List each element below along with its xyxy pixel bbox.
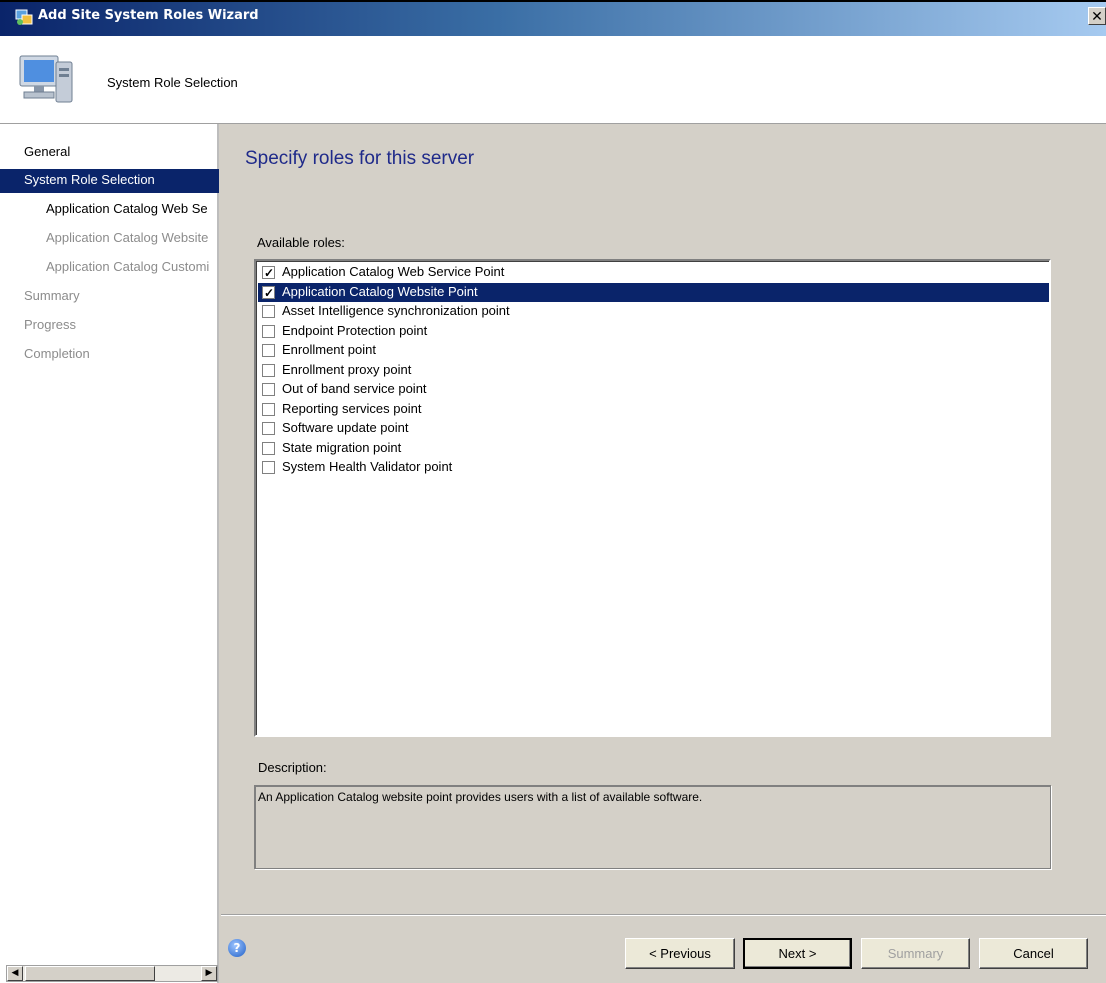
scrollbar-thumb[interactable] <box>25 966 155 981</box>
checkmark-icon: ✓ <box>264 266 275 280</box>
role-label: Application Catalog Website Point <box>282 283 478 299</box>
role-label: Application Catalog Web Service Point <box>282 264 505 279</box>
summary-button[interactable]: Summary <box>861 938 970 969</box>
role-checkbox[interactable]: ✓ <box>262 266 275 280</box>
step-title: System Role Selection <box>107 75 238 90</box>
previous-button[interactable]: < Previous <box>625 938 735 969</box>
role-checkbox[interactable]: ✓ <box>262 285 275 300</box>
role-list-item[interactable]: Enrollment proxy point <box>258 361 1049 380</box>
checkmark-icon: ✓ <box>264 285 275 300</box>
computer-icon <box>19 55 73 103</box>
nav-item-completion[interactable]: Completion <box>0 343 219 367</box>
nav-item-general[interactable]: General <box>0 141 219 165</box>
title-bar: Add Site System Roles Wizard ✕ <box>0 0 1106 36</box>
role-list-item[interactable]: ✓ Application Catalog Web Service Point <box>258 263 1049 282</box>
available-roles-label: Available roles: <box>257 235 345 250</box>
wizard-step-nav <box>0 124 219 983</box>
role-checkbox[interactable] <box>262 402 275 416</box>
wizard-app-icon <box>15 9 33 25</box>
description-box: An Application Catalog website point pro… <box>254 785 1051 869</box>
next-button[interactable]: Next > <box>743 938 852 969</box>
role-label: Out of band service point <box>282 381 427 396</box>
role-label: Enrollment point <box>282 342 376 357</box>
roles-listbox[interactable]: ✓ Application Catalog Web Service Point ✓ A… <box>254 259 1051 737</box>
description-label: Description: <box>258 760 327 775</box>
cancel-button[interactable]: Cancel <box>979 938 1088 969</box>
role-list-item[interactable]: State migration point <box>258 439 1049 458</box>
nav-item-system-role-selection[interactable]: System Role Selection <box>0 169 219 193</box>
role-list-item[interactable]: Out of band service point <box>258 380 1049 399</box>
page-heading: Specify roles for this server <box>245 148 475 169</box>
role-list-item[interactable]: Software update point <box>258 419 1049 438</box>
role-label: System Health Validator point <box>282 459 453 474</box>
role-checkbox[interactable] <box>262 305 275 318</box>
nav-item-progress[interactable]: Progress <box>0 314 219 338</box>
nav-item-app-catalog-customization[interactable]: Application Catalog Customi <box>0 256 219 280</box>
role-checkbox[interactable] <box>262 324 275 338</box>
window-title: Add Site System Roles Wizard <box>38 8 259 23</box>
nav-horizontal-scrollbar[interactable]: ◀ ▶ <box>6 965 218 982</box>
help-icon[interactable]: ? <box>228 939 246 957</box>
nav-item-app-catalog-web-service[interactable]: Application Catalog Web Se <box>0 198 219 222</box>
role-label: Software update point <box>282 420 409 435</box>
role-checkbox[interactable] <box>262 422 275 435</box>
role-list-item[interactable]: ✓ Application Catalog Website Point <box>258 282 1049 302</box>
role-checkbox[interactable] <box>262 344 275 357</box>
role-label: Reporting services point <box>282 400 422 416</box>
nav-item-summary[interactable]: Summary <box>0 285 219 309</box>
role-label: Enrollment proxy point <box>282 361 412 377</box>
role-checkbox[interactable] <box>262 441 275 455</box>
role-checkbox[interactable] <box>262 461 275 474</box>
role-label: Endpoint Protection point <box>282 322 428 338</box>
role-label: Asset Intelligence synchronization point <box>282 303 510 318</box>
wizard-header: System Role Selection <box>0 36 1106 124</box>
role-list-item[interactable]: System Health Validator point <box>258 458 1049 477</box>
role-checkbox[interactable] <box>262 363 275 377</box>
scroll-left-arrow-icon[interactable]: ◀ <box>7 966 23 981</box>
role-checkbox[interactable] <box>262 383 275 396</box>
scroll-right-arrow-icon[interactable]: ▶ <box>201 966 217 981</box>
role-list-item[interactable]: Enrollment point <box>258 341 1049 360</box>
role-list-item[interactable]: Endpoint Protection point <box>258 322 1049 341</box>
role-list-item[interactable]: Asset Intelligence synchronization point <box>258 302 1049 321</box>
close-button[interactable]: ✕ <box>1088 7 1106 25</box>
role-list-item[interactable]: Reporting services point <box>258 400 1049 419</box>
role-label: State migration point <box>282 439 402 455</box>
nav-item-app-catalog-website[interactable]: Application Catalog Website <box>0 227 219 251</box>
